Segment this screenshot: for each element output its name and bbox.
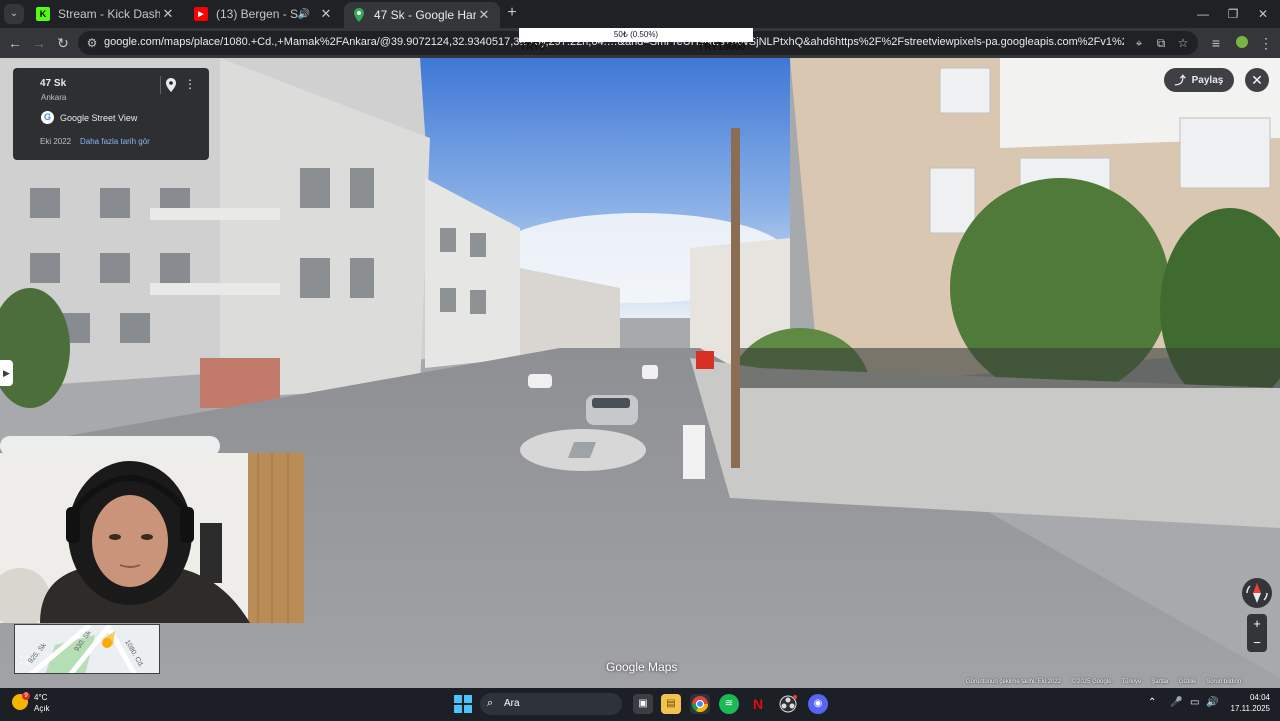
donation-overlay: 50₺ (0.50%) (519, 28, 753, 42)
clock-date[interactable]: 17.11.2025 (1212, 704, 1270, 713)
map-pin-icon[interactable] (166, 78, 178, 92)
menu-kebab-icon[interactable]: ⋮ (1256, 33, 1276, 53)
kick-icon: K (36, 7, 50, 21)
map-footer: Görüntünün çekilme tarihi: Eki 2022 © 20… (966, 679, 1280, 688)
site-info-icon[interactable]: ⚙ (83, 34, 101, 52)
share-button[interactable]: ⤴ Paylaş (1164, 68, 1234, 92)
search-label: Ara (504, 698, 520, 709)
windows-icon (454, 695, 472, 713)
webcam-overlay (0, 453, 304, 623)
google-maps-logo: Google Maps (606, 660, 678, 674)
weather-badge: 9 (22, 692, 30, 700)
reload-icon[interactable]: ↻ (53, 33, 73, 53)
more-options-icon[interactable]: ⋮ (184, 77, 196, 91)
restore-button[interactable]: ❐ (1218, 4, 1248, 24)
place-title: 47 Sk (40, 78, 67, 89)
back-icon[interactable]: ← (5, 33, 25, 53)
zoom-out-button[interactable]: − (1247, 633, 1267, 652)
microphone-icon[interactable]: 🎤 (1170, 697, 1182, 708)
start-button[interactable] (454, 695, 472, 713)
terms-link[interactable]: Şartlar (1151, 679, 1169, 688)
more-dates-link[interactable]: Daha fazla tarih gör (80, 137, 150, 146)
spotify-icon[interactable]: ≋ (719, 694, 739, 714)
tab-youtube[interactable]: ▶ (13) Bergen - Sen Affetsen 🔊 ✕ (186, 2, 342, 26)
install-app-icon[interactable]: ⧉ (1152, 34, 1170, 52)
tab-search-button[interactable]: ⌄ (4, 4, 24, 24)
share-label: Paylaş (1191, 74, 1224, 86)
zoom-in-button[interactable]: + (1247, 614, 1267, 633)
close-window-button[interactable]: ✕ (1248, 4, 1278, 24)
tab-groups-icon[interactable]: ≡ (1206, 33, 1226, 53)
brand-label: Google Street View (60, 112, 138, 123)
chrome-icon[interactable] (690, 694, 710, 714)
copyright-text: © 2025 Google (1071, 679, 1112, 685)
close-tab-icon[interactable]: ✕ (160, 6, 176, 22)
expand-map-icon[interactable]: ⛶ (20, 655, 34, 669)
place-subtitle: Ankara (41, 93, 67, 102)
weather-condition[interactable]: Açık (34, 704, 50, 713)
new-tab-button[interactable]: + (503, 4, 521, 22)
donation-max-label: TRY10000 (698, 42, 746, 53)
bookmark-star-icon[interactable]: ☆ (1174, 34, 1192, 52)
close-tab-icon[interactable]: ✕ (318, 6, 334, 22)
region-link[interactable]: Türkiye (1122, 679, 1142, 688)
obs-icon[interactable] (778, 694, 798, 714)
netflix-icon[interactable]: N (748, 694, 768, 714)
donation-progress-text: 50₺ (0.50%) (613, 30, 659, 39)
file-explorer-icon[interactable]: ▤ (661, 694, 681, 714)
speaker-icon[interactable]: 🔊 (298, 9, 310, 20)
tab-title: Stream - Kick Dashboard (58, 7, 160, 21)
street-view-brand: G Google Street View (41, 111, 137, 124)
minimap-image: 925. Sk 930. Sk 1080. Cd. (15, 625, 159, 673)
search-icon: ⌕ (487, 697, 494, 709)
donation-min-label: TRY0 (520, 42, 546, 53)
report-problem-link[interactable]: Sorun bildirin (1206, 679, 1241, 688)
location-icon[interactable]: ⌖ (1130, 34, 1148, 52)
profile-avatar[interactable] (1232, 33, 1252, 53)
capture-date: Eki 2022 (40, 137, 72, 146)
google-maps-icon (352, 8, 366, 22)
taskbar-search[interactable]: ⌕ Ara (480, 693, 622, 715)
temperature-text[interactable]: 4°C (34, 693, 47, 702)
discord-icon[interactable]: ◉ (808, 694, 828, 714)
expand-side-panel-button[interactable]: ▶ (0, 360, 13, 386)
webcam-feed-image (0, 453, 304, 623)
forward-icon[interactable]: → (29, 33, 49, 53)
google-g-icon: G (41, 111, 54, 124)
streetview-info-card: 47 Sk Ankara ⋮ G Google Street View Eki … (13, 68, 209, 160)
task-view-icon[interactable]: ▣ (633, 694, 653, 714)
youtube-icon: ▶ (194, 7, 208, 21)
tab-google-maps[interactable]: 47 Sk - Google Haritalar ✕ (344, 2, 500, 28)
divider (160, 76, 161, 94)
minimap[interactable]: 925. Sk 930. Sk 1080. Cd. (14, 624, 160, 674)
clock-time[interactable]: 04:04 (1224, 693, 1270, 702)
tab-title: 47 Sk - Google Haritalar (374, 8, 476, 22)
privacy-link[interactable]: Gizlilik (1179, 679, 1196, 688)
compass-control[interactable] (1242, 578, 1272, 608)
share-icon: ⤴ (1174, 75, 1186, 87)
capture-date-footer: Görüntünün çekilme tarihi: Eki 2022 (966, 679, 1062, 685)
windows-taskbar: 9 4°C Açık ⌕ Ara ▣ ▤ ≋ N ◉ ⌃ 🎤 ▭ 🔊 04:04… (0, 688, 1280, 720)
tab-kick[interactable]: K Stream - Kick Dashboard ✕ (28, 2, 184, 26)
minimize-button[interactable]: — (1188, 4, 1218, 24)
close-tab-icon[interactable]: ✕ (476, 7, 492, 23)
show-hidden-icons[interactable]: ⌃ (1148, 697, 1156, 708)
network-icon[interactable]: ▭ (1190, 697, 1199, 708)
compass-icon (1246, 583, 1268, 603)
zoom-controls: + − (1247, 614, 1267, 652)
tab-title: (13) Bergen - Sen Affetsen (216, 7, 298, 21)
tab-strip: ⌄ K Stream - Kick Dashboard ✕ ▶ (13) Ber… (0, 0, 1280, 28)
close-street-view-button[interactable]: ✕ (1245, 68, 1269, 92)
